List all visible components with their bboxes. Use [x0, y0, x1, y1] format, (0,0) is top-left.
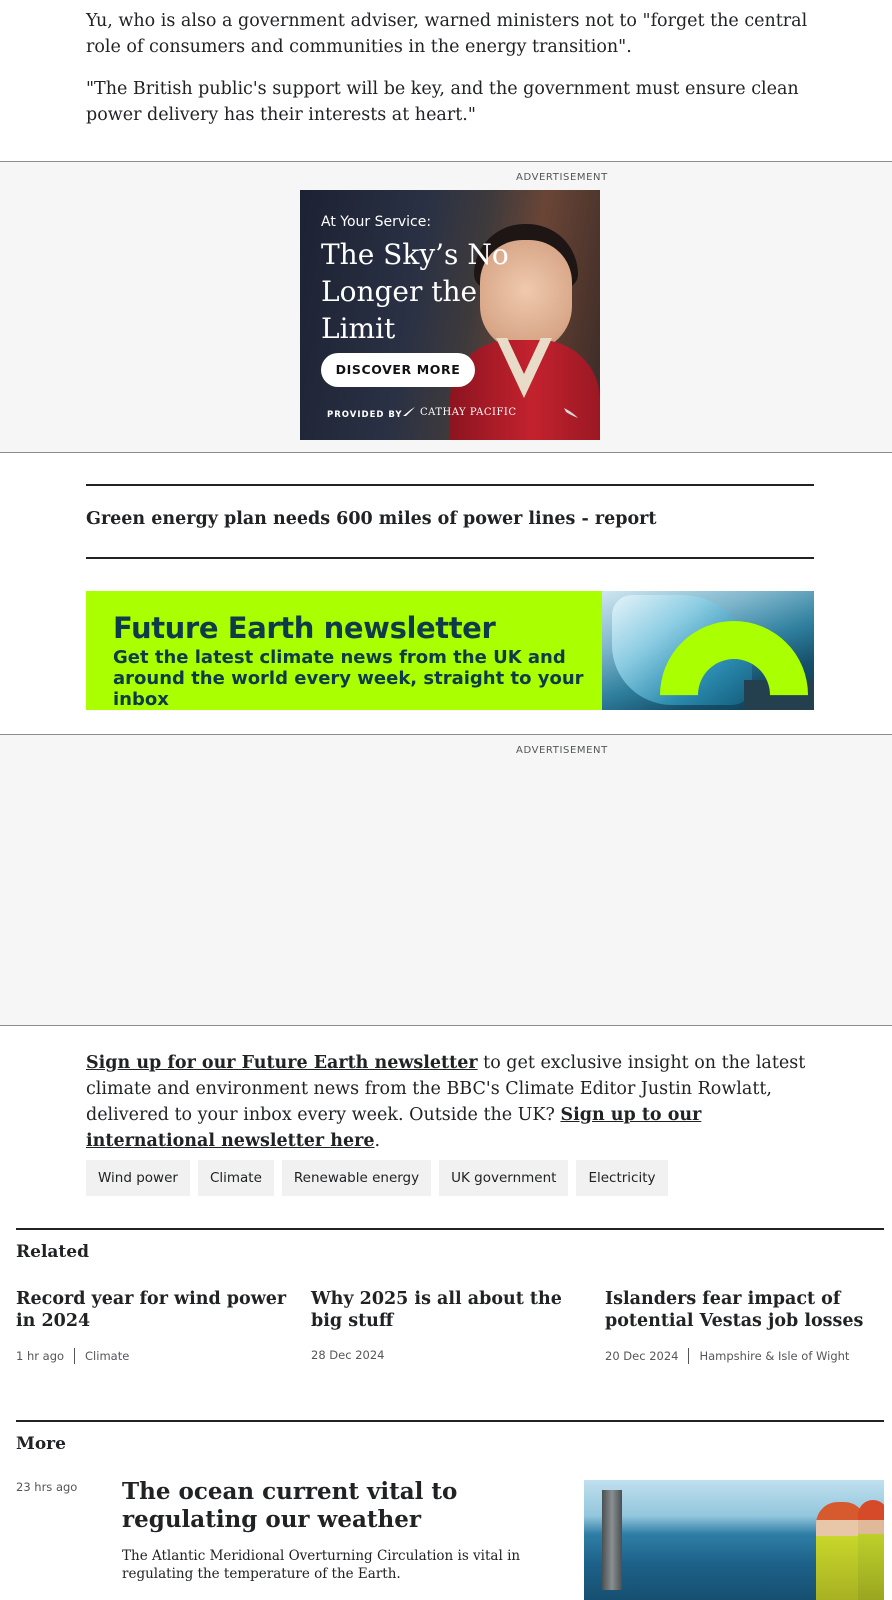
related-card-section: Hampshire & Isle of Wight [699, 1349, 850, 1363]
related-section-title: Related [16, 1242, 89, 1262]
related-card[interactable]: Islanders fear impact of potential Vesta… [605, 1288, 880, 1364]
related-card-time: 1 hr ago [16, 1349, 65, 1363]
newsletter-paragraph-end: . [374, 1131, 381, 1151]
related-card-title[interactable]: Islanders fear impact of potential Vesta… [605, 1288, 880, 1332]
ad-brand-name: CATHAY PACIFIC [420, 406, 517, 418]
ad-discover-more-button[interactable]: DISCOVER MORE [321, 353, 475, 387]
ocean-research-image[interactable] [584, 1480, 884, 1600]
related-card-title[interactable]: Why 2025 is all about the big stuff [311, 1288, 586, 1332]
related-card-time: 20 Dec 2024 [605, 1349, 679, 1363]
ad-headline: The Sky’s No Longer the Limit [321, 238, 509, 345]
ad-brand-logo: CATHAY PACIFIC [402, 406, 517, 418]
meta-separator [688, 1348, 690, 1364]
tag-renewable-energy[interactable]: Renewable energy [281, 1160, 432, 1196]
newsletter-paragraph: Sign up for our Future Earth newsletter … [86, 1050, 816, 1154]
ad-eyebrow: At Your Service: [321, 214, 432, 230]
more-item-description: The Atlantic Meridional Overturning Circ… [122, 1548, 521, 1582]
newsletter-banner[interactable]: Future Earth newsletter Get the latest c… [86, 591, 814, 710]
related-card-time: 28 Dec 2024 [311, 1348, 385, 1362]
tag-climate[interactable]: Climate [197, 1160, 274, 1196]
newsletter-signup-link[interactable]: Sign up for our Future Earth newsletter [86, 1053, 478, 1073]
related-card-meta: 1 hr ago Climate [16, 1348, 291, 1364]
related-card-section: Climate [85, 1349, 130, 1363]
brushwing-icon [403, 407, 415, 416]
advertisement-slot: ADVERTISEMENT At Your Service: The Sky’s… [0, 161, 892, 453]
newsletter-banner-title: Future Earth newsletter [113, 611, 496, 645]
meta-separator [74, 1348, 76, 1364]
advertisement-slot: ADVERTISEMENT [0, 734, 892, 1026]
newsletter-banner-subtitle: Get the latest climate news from the UK … [113, 647, 584, 710]
related-card-meta: 20 Dec 2024 Hampshire & Isle of Wight [605, 1348, 880, 1364]
topic-tags: Wind power Climate Renewable energy UK g… [86, 1160, 668, 1196]
iceberg-image [602, 591, 814, 710]
ocean-instrument-shape [602, 1490, 622, 1590]
related-card[interactable]: Record year for wind power in 2024 1 hr … [16, 1288, 291, 1364]
more-item-title[interactable]: The ocean current vital to regulating ou… [122, 1478, 562, 1534]
advertisement-creative[interactable]: At Your Service: The Sky’s No Longer the… [300, 190, 600, 440]
divider [86, 557, 814, 559]
more-item-time: 23 hrs ago [16, 1480, 78, 1494]
related-card-title[interactable]: Record year for wind power in 2024 [16, 1288, 291, 1332]
divider [86, 484, 814, 486]
divider [16, 1420, 884, 1422]
researcher-figure [858, 1500, 884, 1600]
related-card-meta: 28 Dec 2024 [311, 1348, 586, 1362]
article-paragraph: "The British public's support will be ke… [86, 79, 799, 125]
divider [16, 1228, 884, 1230]
brushwing-mark-icon [564, 408, 578, 418]
article-paragraph: Yu, who is also a government adviser, wa… [86, 11, 808, 57]
advertisement-label: ADVERTISEMENT [516, 745, 608, 756]
advertisement-label: ADVERTISEMENT [516, 172, 608, 183]
related-article-link[interactable]: Green energy plan needs 600 miles of pow… [86, 509, 656, 529]
related-card[interactable]: Why 2025 is all about the big stuff 28 D… [311, 1288, 586, 1362]
more-section-title: More [16, 1434, 66, 1454]
tag-wind-power[interactable]: Wind power [86, 1160, 190, 1196]
ad-provided-by: PROVIDED BY [327, 410, 403, 420]
tag-electricity[interactable]: Electricity [576, 1160, 668, 1196]
tag-uk-government[interactable]: UK government [439, 1160, 569, 1196]
